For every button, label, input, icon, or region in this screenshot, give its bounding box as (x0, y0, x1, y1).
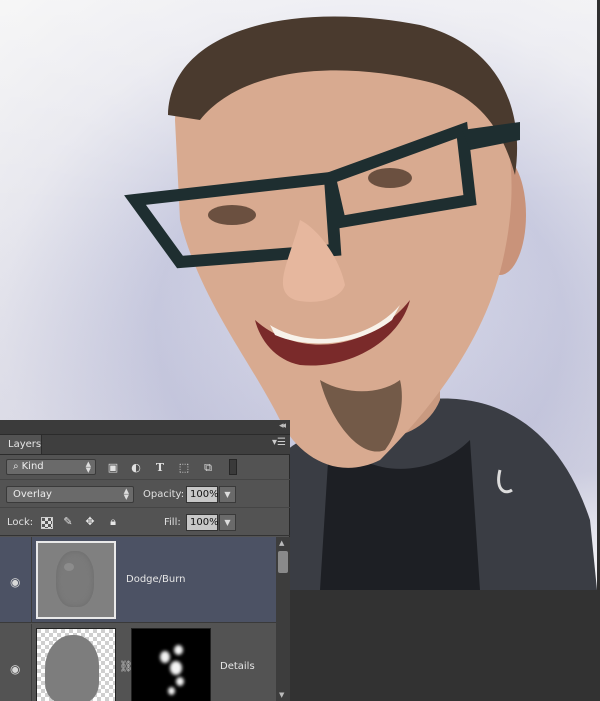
mask-spot (168, 687, 175, 695)
opacity-dropdown-button[interactable]: ▼ (219, 486, 236, 503)
eye-icon[interactable]: ◉ (10, 575, 20, 589)
mask-spot (176, 677, 184, 686)
image-filter-icon[interactable]: ▣ (106, 461, 120, 474)
fill-dropdown-button[interactable]: ▼ (219, 514, 236, 531)
lock-position-icon[interactable]: ✥ (83, 515, 97, 529)
fill-label: Fill: (164, 517, 181, 528)
type-filter-icon[interactable]: T (153, 461, 167, 474)
panel-title-bar[interactable]: ◂◂ (0, 420, 290, 435)
layer-filter-row: ⌕ Kind ▲ ▼ ▣ ◐ T ⬚ ⧉ (0, 455, 290, 480)
pasteboard-area (290, 590, 600, 701)
thumbnail-highlight (64, 563, 74, 571)
filter-kind-label: Kind (21, 461, 44, 472)
lock-fill-row: Lock: ✎ ✥ 🔒︎ Fill: 100% ▼ (0, 509, 290, 536)
mask-spot (174, 645, 183, 655)
fill-field[interactable]: 100% (186, 514, 219, 531)
lock-all-icon[interactable]: 🔒︎ (106, 515, 120, 529)
adjustment-filter-icon[interactable]: ◐ (129, 461, 143, 474)
layer-row-details[interactable]: ◉ ⛓ Details (0, 624, 276, 701)
scroll-up-icon[interactable]: ▲ (279, 539, 284, 547)
mask-spot (160, 651, 170, 663)
collapse-panel-icon[interactable]: ◂◂ (279, 421, 286, 431)
layer-thumbnail[interactable] (36, 541, 116, 619)
layer-list-scrollbar[interactable]: ▲ ▼ (276, 537, 290, 701)
mask-spot (170, 661, 182, 675)
panel-menu-icon[interactable]: ▾☰ (272, 437, 286, 448)
lock-label: Lock: (7, 517, 34, 528)
blend-mode-select[interactable]: Overlay ▲ ▼ (6, 486, 134, 503)
thumbnail-silhouette (45, 635, 99, 701)
layer-name[interactable]: Dodge/Burn (126, 574, 186, 585)
smart-object-filter-icon[interactable]: ⧉ (201, 461, 215, 474)
layer-mask-thumbnail[interactable] (131, 628, 211, 701)
lock-image-pixels-icon[interactable]: ✎ (61, 515, 75, 529)
opacity-field[interactable]: 100% (186, 486, 219, 503)
layers-panel: ◂◂ Layers ▾☰ ⌕ Kind ▲ ▼ ▣ ◐ T ⬚ ⧉ Overlay … (0, 420, 290, 701)
blend-opacity-row: Overlay ▲ ▼ Opacity: 100% ▼ (0, 481, 290, 508)
layer-row-dodge-burn[interactable]: ◉ Dodge/Burn (0, 537, 276, 623)
layer-name[interactable]: Details (220, 661, 255, 672)
eye-icon[interactable]: ◉ (10, 662, 20, 676)
filter-toggle-switch[interactable] (229, 459, 237, 475)
tab-layers[interactable]: Layers (0, 435, 42, 454)
shape-filter-icon[interactable]: ⬚ (177, 461, 191, 474)
select-arrows-icon: ▲ ▼ (85, 460, 91, 474)
select-arrows-icon: ▲ ▼ (123, 487, 129, 501)
visibility-column: ◉ (0, 537, 32, 623)
scroll-thumb[interactable] (278, 551, 288, 573)
visibility-column: ◉ (0, 624, 32, 701)
filter-kind-select[interactable]: ⌕ Kind ▲ ▼ (6, 459, 96, 475)
lock-transparent-pixels-icon[interactable] (41, 517, 53, 529)
thumbnail-shape (56, 551, 94, 607)
scroll-down-icon[interactable]: ▼ (279, 691, 284, 699)
blend-mode-value: Overlay (13, 489, 52, 500)
layer-thumbnail[interactable] (36, 628, 116, 701)
panel-tab-row: Layers ▾☰ (0, 435, 290, 455)
layer-list: ◉ Dodge/Burn ◉ ⛓ Details ▲ ▼ (0, 537, 290, 701)
opacity-label: Opacity: (143, 489, 185, 500)
search-icon: ⌕ (13, 461, 19, 472)
